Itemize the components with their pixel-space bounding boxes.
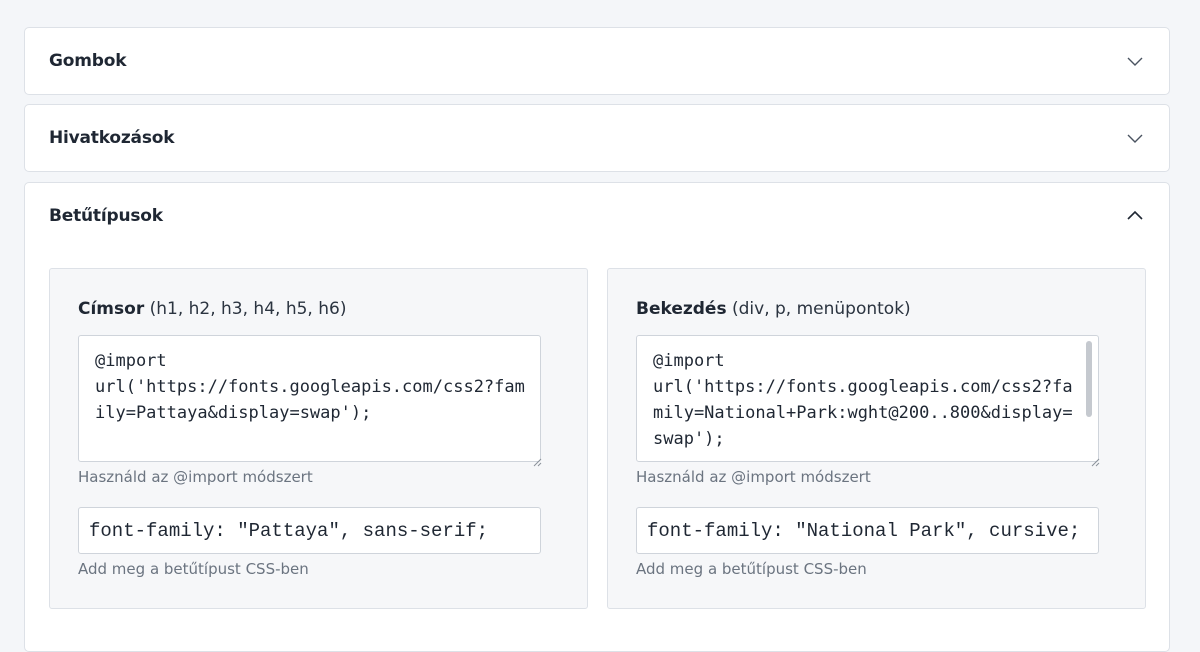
heading-family-hint: Add meg a betűtípust CSS-ben [78, 560, 309, 578]
heading-font-label: Címsor (h1, h2, h3, h4, h5, h6) [78, 299, 346, 319]
chevron-down-icon[interactable] [1125, 51, 1145, 71]
paragraph-font-family-input[interactable]: font-family: "National Park", cursive; [636, 507, 1099, 554]
paragraph-family-hint: Add meg a betűtípust CSS-ben [636, 560, 867, 578]
accordion-header-gombok[interactable]: Gombok [25, 28, 1169, 94]
paragraph-font-label-bold: Bekezdés [636, 299, 727, 319]
textarea-scrollbar[interactable] [1086, 341, 1092, 417]
chevron-down-icon[interactable] [1125, 128, 1145, 148]
accordion-header-hivatkozasok[interactable]: Hivatkozások [25, 105, 1169, 171]
heading-font-label-bold: Címsor [78, 299, 145, 319]
accordion-header-betutipusok[interactable]: Betűtípusok [25, 183, 1169, 249]
accordion-title: Hivatkozások [49, 128, 175, 148]
accordion-betutipusok: Betűtípusok Címsor (h1, h2, h3, h4, h5, … [24, 182, 1170, 652]
accordion-gombok: Gombok [24, 27, 1170, 95]
paragraph-font-label-sub: (div, p, menüpontok) [726, 299, 911, 319]
accordion-title: Betűtípusok [49, 206, 163, 226]
resize-handle-icon[interactable] [1090, 452, 1100, 467]
paragraph-font-label: Bekezdés (div, p, menüpontok) [636, 299, 911, 319]
heading-font-label-sub: (h1, h2, h3, h4, h5, h6) [144, 299, 347, 319]
accordion-title: Gombok [49, 51, 127, 71]
paragraph-font-panel: Bekezdés (div, p, menüpontok) @import ur… [607, 268, 1146, 609]
paragraph-import-hint: Használd az @import módszert [636, 468, 871, 486]
heading-import-textarea[interactable]: @import url('https://fonts.googleapis.co… [78, 335, 541, 462]
chevron-up-icon[interactable] [1125, 206, 1145, 226]
accordion-hivatkozasok: Hivatkozások [24, 104, 1170, 172]
heading-font-panel: Címsor (h1, h2, h3, h4, h5, h6) @import … [49, 268, 588, 609]
heading-import-hint: Használd az @import módszert [78, 468, 313, 486]
resize-handle-icon[interactable] [532, 452, 542, 467]
heading-font-family-input[interactable]: font-family: "Pattaya", sans-serif; [78, 507, 541, 554]
paragraph-import-textarea[interactable]: @import url('https://fonts.googleapis.co… [636, 335, 1099, 462]
